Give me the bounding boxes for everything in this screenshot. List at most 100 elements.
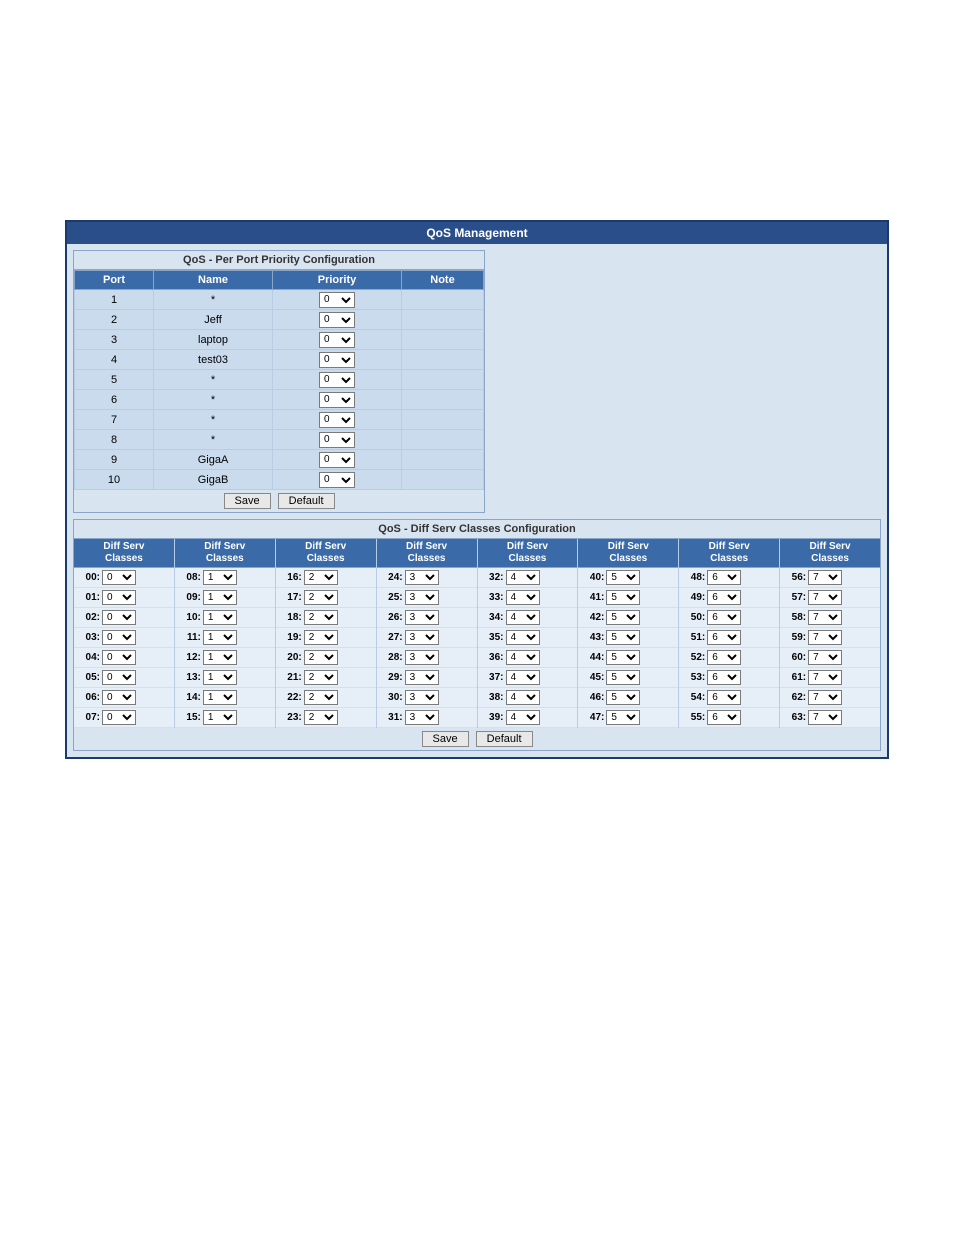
diff-default-button[interactable]: Default	[476, 731, 533, 747]
diff-class-select[interactable]: 01234567	[203, 630, 237, 645]
diff-class-select[interactable]: 01234567	[506, 630, 540, 645]
diff-row: 63:01234567	[780, 708, 880, 728]
diff-row: 56:01234567	[780, 568, 880, 588]
diff-class-select[interactable]: 01234567	[203, 690, 237, 705]
diff-index-label: 16:	[280, 572, 302, 583]
diff-class-select[interactable]: 01234567	[304, 650, 338, 665]
diff-class-select[interactable]: 01234567	[203, 590, 237, 605]
diff-class-select[interactable]: 01234567	[102, 670, 136, 685]
port-number: 2	[75, 310, 154, 330]
port-save-button[interactable]: Save	[224, 493, 271, 509]
diff-row: 57:01234567	[780, 588, 880, 608]
diff-class-select[interactable]: 01234567	[405, 590, 439, 605]
diff-class-select[interactable]: 01234567	[808, 710, 842, 725]
diff-index-label: 47:	[582, 712, 604, 723]
diff-class-select[interactable]: 01234567	[606, 610, 640, 625]
diff-class-select[interactable]: 01234567	[304, 710, 338, 725]
diff-class-select[interactable]: 01234567	[405, 650, 439, 665]
diff-row: 10:01234567	[175, 608, 275, 628]
diff-class-select[interactable]: 01234567	[405, 610, 439, 625]
diff-class-select[interactable]: 01234567	[808, 590, 842, 605]
diff-class-select[interactable]: 01234567	[808, 670, 842, 685]
port-priority-select[interactable]: 01234567	[319, 332, 355, 348]
diff-row: 42:01234567	[578, 608, 678, 628]
diff-class-select[interactable]: 01234567	[304, 590, 338, 605]
port-priority-select[interactable]: 01234567	[319, 472, 355, 488]
port-default-button[interactable]: Default	[278, 493, 335, 509]
diff-class-select[interactable]: 01234567	[102, 710, 136, 725]
diff-class-select[interactable]: 01234567	[707, 710, 741, 725]
diff-class-select[interactable]: 01234567	[707, 610, 741, 625]
diff-class-select[interactable]: 01234567	[506, 570, 540, 585]
diff-class-select[interactable]: 01234567	[707, 690, 741, 705]
diff-index-label: 50:	[683, 612, 705, 623]
diff-class-select[interactable]: 01234567	[405, 670, 439, 685]
diff-save-button[interactable]: Save	[422, 731, 469, 747]
diff-class-select[interactable]: 01234567	[304, 610, 338, 625]
diff-index-label: 03:	[78, 632, 100, 643]
diff-class-select[interactable]: 01234567	[102, 650, 136, 665]
diff-class-select[interactable]: 01234567	[506, 610, 540, 625]
diff-index-label: 22:	[280, 692, 302, 703]
diff-class-select[interactable]: 01234567	[606, 650, 640, 665]
diff-class-select[interactable]: 01234567	[203, 670, 237, 685]
diff-class-select[interactable]: 01234567	[304, 570, 338, 585]
port-row: 8*01234567	[75, 430, 484, 450]
diff-row: 47:01234567	[578, 708, 678, 728]
diff-class-select[interactable]: 01234567	[304, 630, 338, 645]
diff-class-select[interactable]: 01234567	[707, 570, 741, 585]
diff-row: 33:01234567	[478, 588, 578, 608]
diff-class-select[interactable]: 01234567	[707, 590, 741, 605]
diff-class-select[interactable]: 01234567	[304, 690, 338, 705]
port-priority-select[interactable]: 01234567	[319, 452, 355, 468]
diff-class-select[interactable]: 01234567	[707, 630, 741, 645]
diff-class-select[interactable]: 01234567	[606, 710, 640, 725]
diff-class-select[interactable]: 01234567	[606, 590, 640, 605]
diff-class-select[interactable]: 01234567	[102, 630, 136, 645]
diff-column-header: Diff ServClasses	[780, 539, 880, 568]
diff-class-select[interactable]: 01234567	[606, 630, 640, 645]
diff-class-select[interactable]: 01234567	[102, 570, 136, 585]
diff-class-select[interactable]: 01234567	[707, 650, 741, 665]
diff-class-select[interactable]: 01234567	[405, 710, 439, 725]
port-priority-select[interactable]: 01234567	[319, 432, 355, 448]
diff-row: 00:01234567	[74, 568, 174, 588]
diff-row: 28:01234567	[377, 648, 477, 668]
port-priority-select[interactable]: 01234567	[319, 352, 355, 368]
port-priority-select[interactable]: 01234567	[319, 372, 355, 388]
diff-class-select[interactable]: 01234567	[203, 610, 237, 625]
diff-class-select[interactable]: 01234567	[506, 670, 540, 685]
diff-class-select[interactable]: 01234567	[203, 650, 237, 665]
diff-class-select[interactable]: 01234567	[304, 670, 338, 685]
diff-class-select[interactable]: 01234567	[606, 690, 640, 705]
diff-index-label: 32:	[482, 572, 504, 583]
diff-index-label: 14:	[179, 692, 201, 703]
port-priority-select[interactable]: 01234567	[319, 412, 355, 428]
diff-class-select[interactable]: 01234567	[707, 670, 741, 685]
diff-class-select[interactable]: 01234567	[506, 590, 540, 605]
diff-row: 14:01234567	[175, 688, 275, 708]
diff-class-select[interactable]: 01234567	[808, 610, 842, 625]
diff-class-select[interactable]: 01234567	[606, 570, 640, 585]
diff-class-select[interactable]: 01234567	[606, 670, 640, 685]
diff-class-select[interactable]: 01234567	[405, 570, 439, 585]
diff-class-select[interactable]: 01234567	[203, 710, 237, 725]
page-title: QoS Management	[67, 222, 887, 244]
diff-class-select[interactable]: 01234567	[102, 690, 136, 705]
diff-class-select[interactable]: 01234567	[405, 630, 439, 645]
diff-class-select[interactable]: 01234567	[808, 650, 842, 665]
diff-class-select[interactable]: 01234567	[506, 690, 540, 705]
diff-class-select[interactable]: 01234567	[506, 710, 540, 725]
diff-class-select[interactable]: 01234567	[808, 570, 842, 585]
diff-class-select[interactable]: 01234567	[203, 570, 237, 585]
diff-class-select[interactable]: 01234567	[808, 630, 842, 645]
port-number: 10	[75, 470, 154, 490]
diff-class-select[interactable]: 01234567	[102, 610, 136, 625]
diff-class-select[interactable]: 01234567	[506, 650, 540, 665]
port-priority-select[interactable]: 01234567	[319, 292, 355, 308]
diff-class-select[interactable]: 01234567	[808, 690, 842, 705]
diff-class-select[interactable]: 01234567	[102, 590, 136, 605]
port-priority-select[interactable]: 01234567	[319, 392, 355, 408]
diff-class-select[interactable]: 01234567	[405, 690, 439, 705]
port-priority-select[interactable]: 01234567	[319, 312, 355, 328]
